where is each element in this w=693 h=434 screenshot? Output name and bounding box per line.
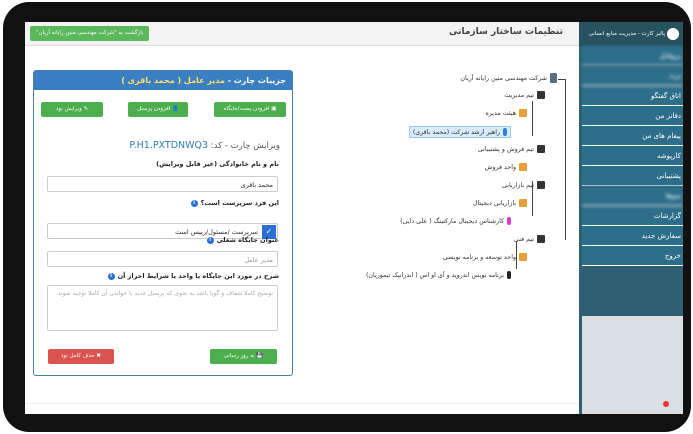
- chart-details-panel: جزییات چارت - مدیر عامل ( محمد باقری ) ✎…: [33, 70, 293, 376]
- tree-node-label: راهبر ارشد شرکت (محمد باقری): [412, 129, 500, 136]
- tree-node[interactable]: تیم فروش و پشتیبانی: [478, 144, 545, 156]
- tree-connector: [565, 79, 566, 240]
- name-label: نام و نام خانوادگی (غیر قابل ویرایش): [156, 160, 279, 168]
- screen: بازگشت به "شرکت مهندسی متین رایانه آریان…: [25, 22, 683, 414]
- chart-code: P.H1.PXTDNWQ3: [129, 140, 209, 151]
- job-title-field[interactable]: مدیر عامل: [47, 251, 278, 267]
- delete-node-label: حذف کامل نود: [60, 353, 95, 359]
- description-textarea[interactable]: توضیح کاملا شفاف و گویا باشد به نحوی که …: [47, 285, 278, 331]
- supervisor-question: این فرد سرپرست است؟: [200, 199, 279, 207]
- add-personnel-button[interactable]: 👤 افزودن پرسنل: [128, 102, 188, 117]
- sidebar-item[interactable]: پیغام های من: [582, 126, 683, 146]
- tree-node[interactable]: هیئت مدیره: [485, 108, 527, 120]
- delete-node-button[interactable]: ✖ حذف کامل نود: [48, 349, 114, 364]
- sidebar-item[interactable]: سفارش جدید: [582, 226, 683, 246]
- notification-dot: [663, 401, 669, 407]
- briefcase-icon: [519, 253, 527, 261]
- sidebar-item[interactable]: خروج: [582, 246, 683, 266]
- tree-node-label: بازاریابی دیجیتال: [472, 200, 516, 207]
- sidebar-item[interactable]: اتاق گفتگو: [582, 86, 683, 106]
- sidebar-item[interactable]: دفاتر من: [582, 106, 683, 126]
- tree-node-root[interactable]: شرکت مهندسی متین رایانه آریان: [460, 73, 557, 85]
- female-user-icon: [507, 217, 511, 225]
- sidebar-item[interactable]: کارپوشه: [582, 146, 683, 166]
- tree-node[interactable]: کارشناس دیجیتال مارکتینگ ( علی دایی): [400, 216, 511, 228]
- male-user-icon: [503, 128, 507, 136]
- folder-icon: [537, 145, 545, 153]
- tree-node[interactable]: تیم مدیریت: [504, 90, 545, 102]
- logo-icon: [667, 27, 679, 40]
- job-title-label-row: عنوان جایگاه شغلیi: [206, 236, 279, 244]
- name-field[interactable]: محمد باقری: [47, 176, 278, 192]
- tree-node[interactable]: برنامه نویس اندروید و آی او اس ( اندرانی…: [366, 270, 511, 282]
- edit-node-button[interactable]: ✎ ویرایش نود: [41, 102, 103, 117]
- tree-node[interactable]: واحد توسعه و برنامه نویسی: [443, 252, 527, 264]
- folder-icon: [537, 91, 545, 99]
- tree-node-selected[interactable]: راهبر ارشد شرکت (محمد باقری): [408, 126, 511, 138]
- tree-node-label: تیم فروش و پشتیبانی: [477, 146, 534, 153]
- add-position-label: افزودن پست/جایگاه: [223, 106, 270, 112]
- briefcase-icon: [519, 109, 527, 117]
- folder-icon: [537, 235, 545, 243]
- tree-node-label: تیم مدیریت: [504, 92, 534, 99]
- job-title-label: عنوان جایگاه شغلی: [216, 236, 279, 244]
- user-icon: [507, 271, 511, 279]
- device-frame: بازگشت به "شرکت مهندسی متین رایانه آریان…: [3, 2, 691, 432]
- tree-node-label: شرکت مهندسی متین رایانه آریان: [460, 75, 547, 82]
- add-position-button[interactable]: ▣ افزودن پست/جایگاه: [214, 102, 286, 117]
- tree-connector: [532, 101, 533, 136]
- sidebar-item[interactable]: تردد: [582, 66, 683, 86]
- tree-node-label: کارشناس دیجیتال مارکتینگ ( علی دایی): [400, 218, 504, 225]
- sidebar-item[interactable]: منوها: [582, 186, 683, 206]
- tree-node-label: تیم فنی: [513, 236, 534, 243]
- update-button[interactable]: 💾 به روز رسانی: [210, 349, 277, 364]
- supervisor-option: سرپرست /مسئول/رییس است: [175, 228, 258, 236]
- top-bar: بازگشت به "شرکت مهندسی متین رایانه آریان…: [25, 22, 579, 46]
- edit-chart-title: ویرایش چارت - کد: P.H1.PXTDNWQ3: [129, 140, 280, 151]
- folder-icon: [537, 181, 545, 189]
- brand[interactable]: پالیز کارت - مدیریت منابع انسانی: [579, 22, 683, 46]
- add-personnel-label: افزودن پرسنل: [137, 106, 171, 112]
- sidebar-item[interactable]: پشتیبانی: [582, 166, 683, 186]
- panel-title-prefix: جزییات چارت -: [224, 76, 286, 85]
- briefcase-icon: [519, 163, 527, 171]
- tree-node[interactable]: بازاریابی دیجیتال: [473, 198, 527, 210]
- supervisor-question-row: این فرد سرپرست است؟i: [190, 199, 279, 207]
- tree-node-label: واحد توسعه و برنامه نویسی: [442, 254, 516, 261]
- info-icon[interactable]: i: [206, 236, 214, 244]
- edit-node-label: ویرایش نود: [55, 106, 82, 112]
- info-icon[interactable]: i: [190, 199, 198, 207]
- tree-node-label: برنامه نویس اندروید و آی او اس ( اندرانی…: [365, 272, 504, 279]
- building-icon: [550, 73, 557, 83]
- sidebar: پالیز کارت - مدیریت منابع انسانی پروفایل…: [579, 22, 683, 414]
- update-label: به روز رسانی: [223, 353, 255, 359]
- footer-divider: [25, 403, 579, 404]
- tree-node-label: هیئت مدیره: [485, 110, 516, 117]
- sidebar-item[interactable]: گزارشات: [582, 206, 683, 226]
- info-icon[interactable]: i: [107, 272, 115, 280]
- description-label-row: شرح در مورد این جایگاه یا واحد یا شرایط …: [107, 272, 279, 280]
- org-tree: شرکت مهندسی متین رایانه آریان تیم مدیریت…: [321, 70, 567, 290]
- tree-node[interactable]: واحد فروش: [485, 162, 527, 174]
- page-title: تنظیمات ساختار سازمانی: [448, 27, 563, 37]
- tree-node[interactable]: تیم بازاریابی: [502, 180, 545, 192]
- brand-name: پالیز کارت - مدیریت منابع انسانی: [588, 31, 665, 37]
- description-label: شرح در مورد این جایگاه یا واحد یا شرایط …: [117, 272, 279, 280]
- back-to-company-button[interactable]: بازگشت به "شرکت مهندسی متین رایانه آریان…: [30, 26, 150, 41]
- tree-node-label: واحد فروش: [484, 164, 516, 171]
- edit-chart-label: ویرایش چارت - کد:: [210, 141, 280, 151]
- tree-node[interactable]: تیم فنی: [514, 234, 545, 246]
- panel-header: جزییات چارت - مدیر عامل ( محمد باقری ): [34, 71, 292, 90]
- briefcase-icon: [519, 199, 527, 207]
- sidebar-item[interactable]: پروفایل: [582, 46, 683, 66]
- panel-title-highlight: مدیر عامل ( محمد باقری ): [121, 76, 225, 85]
- tree-node-label: تیم بازاریابی: [501, 182, 534, 189]
- sidebar-footer: [582, 316, 683, 414]
- sidebar-nav: پروفایل تردد اتاق گفتگو دفاتر من پیغام های م…: [582, 46, 683, 316]
